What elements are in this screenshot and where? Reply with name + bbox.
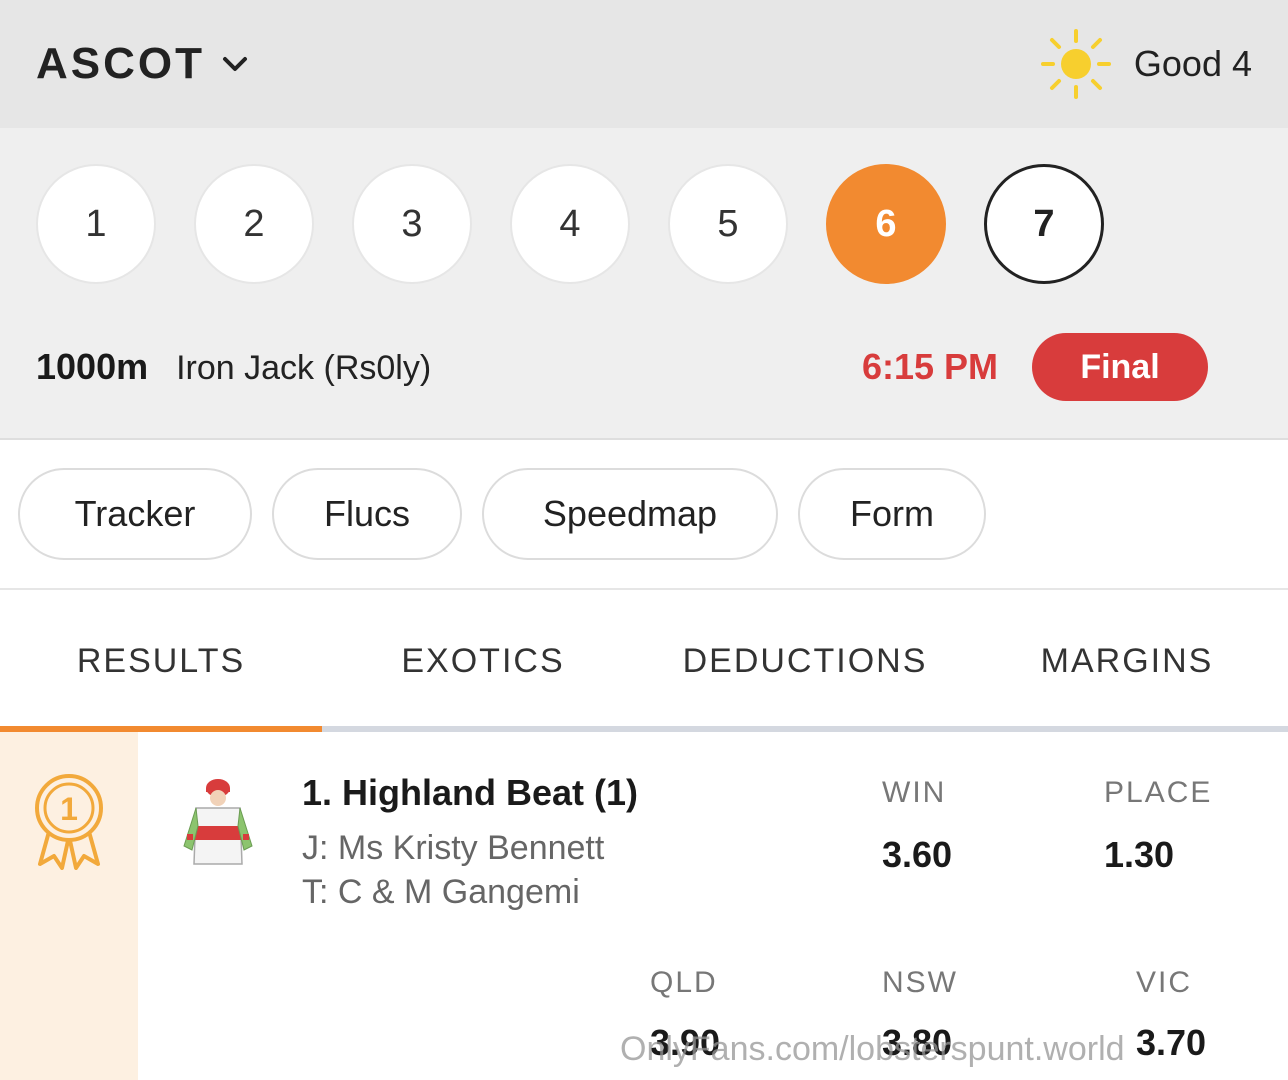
tab-margins[interactable]: MARGINS bbox=[966, 590, 1288, 732]
race-button-5[interactable]: 5 bbox=[668, 164, 788, 284]
race-button-6[interactable]: 6 bbox=[826, 164, 946, 284]
runner-name: 1. Highland Beat (1) bbox=[302, 772, 639, 813]
vic-label: VIC bbox=[1136, 966, 1193, 999]
win-label: WIN bbox=[882, 776, 947, 809]
place-odds: 1.30 bbox=[1104, 834, 1175, 875]
race-button-2[interactable]: 2 bbox=[194, 164, 314, 284]
venue-selector[interactable]: ASCOT bbox=[36, 39, 249, 89]
race-button-4[interactable]: 4 bbox=[510, 164, 630, 284]
view-pills: Tracker Flucs Speedmap Form bbox=[0, 440, 1288, 590]
top-header: ASCOT Good 4 bbox=[0, 0, 1288, 128]
first-place-medal-icon: 1 bbox=[35, 774, 103, 870]
race-time: 6:15 PM bbox=[861, 346, 998, 387]
finish-position: 1 bbox=[0, 732, 138, 1080]
tab-deductions[interactable]: DEDUCTIONS bbox=[644, 590, 966, 732]
flucs-button[interactable]: Flucs bbox=[272, 468, 462, 560]
tracker-button[interactable]: Tracker bbox=[18, 468, 252, 560]
race-button-1[interactable]: 1 bbox=[36, 164, 156, 284]
speedmap-button[interactable]: Speedmap bbox=[482, 468, 778, 560]
race-number-list: 1 2 3 4 5 6 7 bbox=[36, 164, 1104, 284]
trainer-name: T: C & M Gangemi bbox=[302, 873, 580, 911]
race-info: 1000m Iron Jack (Rs0ly) 6:15 PM Final bbox=[36, 333, 1208, 401]
jockey-silks-icon bbox=[183, 779, 253, 865]
runner-details: 1. Highland Beat (1) J: Ms Kristy Bennet… bbox=[302, 772, 638, 914]
tab-results[interactable]: RESULTS bbox=[0, 590, 322, 732]
medal-position: 1 bbox=[60, 791, 78, 827]
race-selector-panel: 1 2 3 4 5 6 7 1000m Iron Jack (Rs0ly) 6:… bbox=[0, 128, 1288, 440]
jockey-name: J: Ms Kristy Bennett bbox=[302, 829, 605, 867]
watermark: OnlyFans.com/lobsterspunt.world bbox=[620, 1030, 1125, 1068]
form-button[interactable]: Form bbox=[798, 468, 986, 560]
race-button-3[interactable]: 3 bbox=[352, 164, 472, 284]
track-condition-text: Good 4 bbox=[1133, 43, 1252, 84]
win-odds: 3.60 bbox=[882, 834, 953, 875]
status-badge: Final bbox=[1032, 333, 1208, 401]
results-tabs: RESULTS EXOTICS DEDUCTIONS MARGINS bbox=[0, 590, 1288, 732]
race-distance: 1000m bbox=[36, 346, 149, 387]
race-name: Iron Jack (Rs0ly) bbox=[176, 349, 432, 387]
qld-label: QLD bbox=[650, 966, 718, 999]
place-label: PLACE bbox=[1104, 776, 1213, 809]
track-condition: Good 4 bbox=[1040, 28, 1252, 100]
sun-icon bbox=[1040, 29, 1111, 99]
result-row[interactable]: 1 1. Highland Beat (1) J: Ms Kristy Benn… bbox=[0, 732, 1288, 1080]
tab-exotics[interactable]: EXOTICS bbox=[322, 590, 644, 732]
race-button-7[interactable]: 7 bbox=[984, 164, 1104, 284]
chevron-down-icon bbox=[223, 57, 247, 71]
vic-odds: 3.70 bbox=[1136, 1022, 1207, 1063]
venue-name: ASCOT bbox=[36, 39, 205, 88]
nsw-label: NSW bbox=[882, 966, 958, 999]
